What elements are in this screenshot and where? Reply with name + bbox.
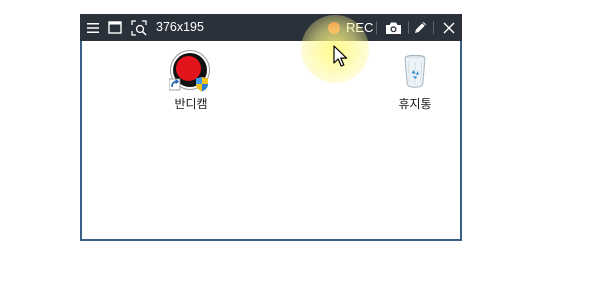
capture-toolbar: 376x195 REC xyxy=(80,14,462,41)
toolbar-divider xyxy=(376,21,377,34)
pencil-icon[interactable] xyxy=(413,18,428,37)
desktop-icon-label: 휴지통 xyxy=(398,97,432,111)
desktop-icon-recycle-bin[interactable]: 휴지통 xyxy=(383,49,447,112)
toolbar-divider xyxy=(408,21,409,34)
recycle-bin-icon xyxy=(393,49,437,93)
area-zoom-icon[interactable] xyxy=(131,18,147,37)
close-icon[interactable] xyxy=(442,18,455,37)
mouse-cursor-icon xyxy=(333,45,349,69)
rec-label: REC xyxy=(346,20,374,35)
bandicam-capture-window: 376x195 REC 반디캠 휴지통 xyxy=(80,14,462,241)
rec-button[interactable]: REC xyxy=(328,18,373,37)
menu-icon[interactable] xyxy=(86,18,100,37)
toolbar-divider xyxy=(433,21,434,34)
camera-icon[interactable] xyxy=(385,18,402,37)
capture-area: 반디캠 휴지통 xyxy=(80,41,462,241)
bandicam-app-icon xyxy=(168,49,213,93)
window-icon[interactable] xyxy=(108,18,122,37)
record-dot-icon xyxy=(328,21,340,34)
desktop-icon-label: 반디캠 xyxy=(174,97,208,111)
capture-size-label: 376x195 xyxy=(156,20,204,34)
desktop-icon-bandicam[interactable]: 반디캠 xyxy=(159,49,223,112)
